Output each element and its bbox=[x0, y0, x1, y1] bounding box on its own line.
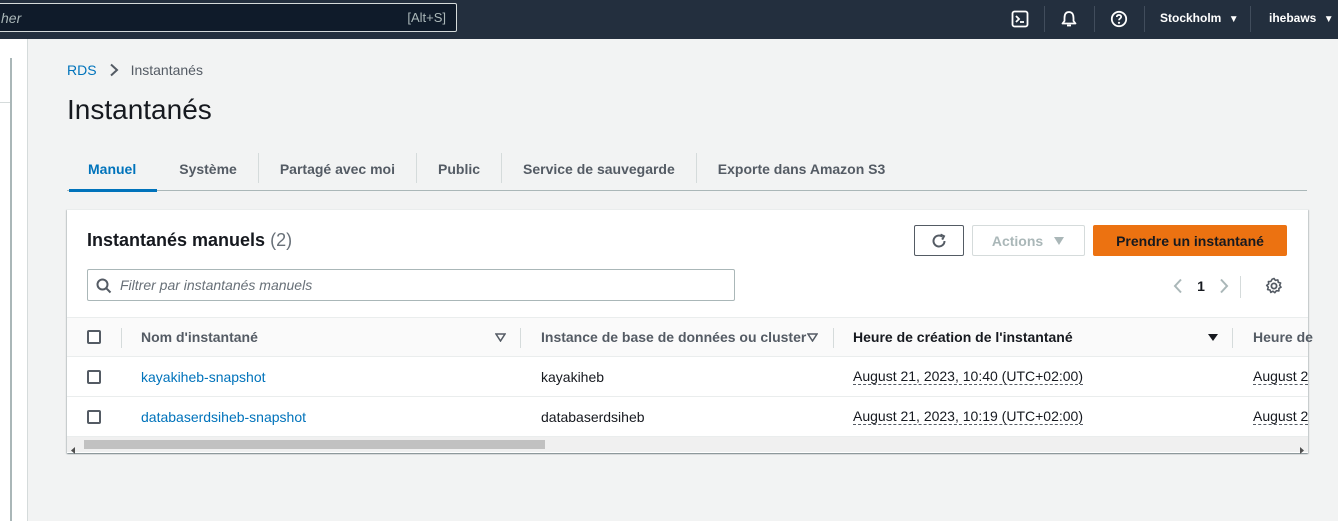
breadcrumb-rds-link[interactable]: RDS bbox=[67, 62, 97, 78]
topbar-divider bbox=[1044, 6, 1045, 32]
breadcrumb-current: Instantanés bbox=[130, 62, 203, 78]
next-column-value: August 2 bbox=[1253, 397, 1309, 436]
next-column-text[interactable]: August 2 bbox=[1253, 408, 1309, 425]
actions-label: Actions bbox=[991, 232, 1044, 249]
scrollbar-thumb[interactable] bbox=[84, 440, 545, 449]
topbar-divider bbox=[1144, 6, 1145, 32]
refresh-icon bbox=[932, 233, 946, 247]
row-checkbox[interactable] bbox=[87, 397, 101, 436]
column-divider[interactable] bbox=[121, 328, 122, 348]
creation-time: August 21, 2023, 10:19 (UTC+02:00) bbox=[853, 397, 1083, 436]
pagination: 1 bbox=[1167, 276, 1235, 296]
tab-manual[interactable]: Manuel bbox=[67, 146, 158, 192]
table-header: Nom d'instantané Instance de base de don… bbox=[67, 317, 1313, 357]
next-page-button[interactable] bbox=[1213, 276, 1235, 296]
column-divider[interactable] bbox=[520, 328, 521, 348]
actions-dropdown-button[interactable]: Actions bbox=[972, 225, 1085, 256]
column-header-next[interactable]: Heure de bbox=[1253, 318, 1313, 356]
search-icon bbox=[96, 278, 112, 297]
scroll-left-arrow-icon[interactable] bbox=[71, 441, 76, 457]
scroll-right-arrow-icon[interactable] bbox=[1299, 441, 1304, 457]
instance-name: databaserdsiheb bbox=[541, 408, 645, 425]
region-selector[interactable]: Stockholm ▼ bbox=[1160, 11, 1239, 25]
sort-descending-icon[interactable] bbox=[1207, 318, 1219, 356]
chevron-right-icon bbox=[1220, 278, 1229, 294]
filter-input[interactable] bbox=[120, 275, 720, 295]
sort-icon[interactable] bbox=[495, 318, 506, 356]
table-row[interactable]: databaserdsiheb-snapshot databaserdsiheb… bbox=[67, 397, 1309, 437]
search-placeholder: her bbox=[1, 10, 22, 26]
creation-time: August 21, 2023, 10:40 (UTC+02:00) bbox=[853, 357, 1083, 396]
previous-page-button[interactable] bbox=[1167, 276, 1189, 296]
caret-down-icon: ▼ bbox=[1228, 14, 1239, 25]
search-shortcut-hint: [Alt+S] bbox=[407, 10, 446, 25]
region-label: Stockholm bbox=[1160, 11, 1222, 25]
tab-public[interactable]: Public bbox=[417, 146, 501, 191]
filter-field[interactable] bbox=[87, 269, 735, 301]
preferences-button[interactable] bbox=[1263, 275, 1285, 297]
select-all-checkbox[interactable] bbox=[87, 318, 101, 356]
table-row[interactable]: kayakiheb-snapshot kayakiheb August 21, … bbox=[67, 357, 1309, 397]
bell-icon[interactable] bbox=[1059, 9, 1079, 29]
side-navigation-collapsed[interactable] bbox=[0, 39, 28, 521]
instance-name: kayakiheb bbox=[541, 368, 605, 385]
topbar-divider bbox=[1094, 6, 1095, 32]
creation-time-value[interactable]: August 21, 2023, 10:19 (UTC+02:00) bbox=[853, 408, 1083, 425]
cloudshell-icon[interactable] bbox=[1010, 9, 1030, 29]
snapshot-name-link[interactable]: databaserdsiheb-snapshot bbox=[141, 397, 306, 436]
pager-divider bbox=[1240, 276, 1241, 298]
tab-system[interactable]: Système bbox=[158, 146, 258, 191]
column-header-instance[interactable]: Instance de base de données ou cluster bbox=[541, 318, 806, 356]
sort-icon[interactable] bbox=[807, 318, 818, 356]
creation-time-value[interactable]: August 21, 2023, 10:40 (UTC+02:00) bbox=[853, 368, 1083, 385]
account-menu[interactable]: ihebaws ▼ bbox=[1269, 11, 1334, 25]
refresh-button[interactable] bbox=[914, 225, 964, 256]
manual-snapshots-panel: Instantanés manuels (2) Actions Prendre … bbox=[67, 209, 1313, 454]
gear-icon bbox=[1265, 277, 1282, 294]
snapshot-count: (2) bbox=[270, 230, 293, 250]
caret-down-icon bbox=[1053, 233, 1065, 249]
column-header-name[interactable]: Nom d'instantané bbox=[141, 318, 258, 356]
panel-title: Instantanés manuels (2) bbox=[87, 230, 292, 251]
tab-exports-s3[interactable]: Exporte dans Amazon S3 bbox=[697, 146, 907, 191]
snapshot-tabs: Manuel Système Partagé avec moi Public S… bbox=[67, 146, 1307, 192]
column-header-creation-time[interactable]: Heure de création de l'instantané bbox=[853, 318, 1073, 356]
help-icon[interactable] bbox=[1109, 9, 1129, 29]
nav-divider bbox=[0, 102, 10, 103]
caret-down-icon: ▼ bbox=[1323, 14, 1334, 25]
horizontal-scrollbar[interactable] bbox=[67, 437, 1308, 454]
tab-backup-service[interactable]: Service de sauvegarde bbox=[502, 146, 696, 191]
topbar-divider bbox=[1250, 6, 1251, 32]
top-navigation-bar: her [Alt+S] Stockholm ▼ ihebaws ▼ bbox=[0, 0, 1338, 39]
take-snapshot-button[interactable]: Prendre un instantané bbox=[1093, 225, 1287, 256]
next-column-value: August 2 bbox=[1253, 357, 1309, 396]
tab-shared-with-me[interactable]: Partagé avec moi bbox=[259, 146, 416, 191]
nav-scrollbar[interactable] bbox=[10, 58, 12, 521]
column-divider[interactable] bbox=[833, 328, 834, 348]
chevron-left-icon bbox=[1173, 278, 1182, 294]
current-page[interactable]: 1 bbox=[1189, 278, 1213, 294]
next-column-text[interactable]: August 2 bbox=[1253, 368, 1309, 385]
column-divider[interactable] bbox=[1232, 328, 1233, 348]
page-title: Instantanés bbox=[67, 94, 212, 125]
row-checkbox[interactable] bbox=[87, 357, 101, 396]
snapshot-name-link[interactable]: kayakiheb-snapshot bbox=[141, 357, 266, 396]
snapshots-table: Nom d'instantané Instance de base de don… bbox=[67, 317, 1313, 437]
global-search-box[interactable]: her [Alt+S] bbox=[0, 3, 457, 32]
chevron-right-icon bbox=[109, 63, 119, 77]
account-label: ihebaws bbox=[1269, 11, 1317, 25]
breadcrumb: RDS Instantanés bbox=[67, 62, 203, 78]
panel-title-text: Instantanés manuels bbox=[87, 230, 266, 250]
